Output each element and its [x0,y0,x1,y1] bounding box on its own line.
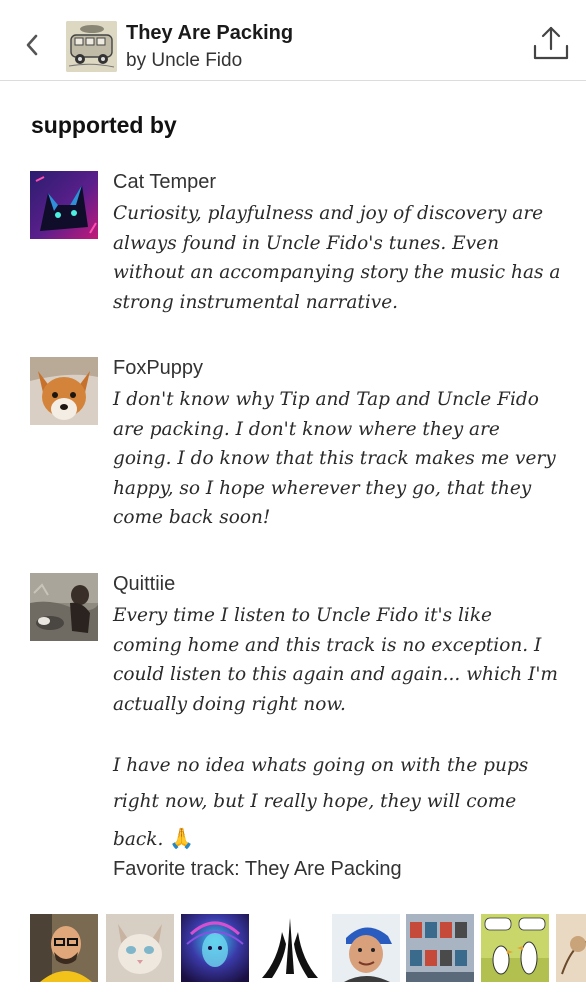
supporter-avatar-thumb[interactable] [481,914,549,982]
chevron-left-icon [26,34,38,56]
fox-avatar-icon [30,357,98,425]
artist-name[interactable]: by Uncle Fido [126,50,242,72]
supporter-avatar[interactable] [30,171,98,239]
dog-photo-avatar-icon [30,573,98,641]
psychedelic-face-avatar-icon [181,914,249,982]
quote-text-part2: I have no idea whats going on with the p… [113,748,563,858]
album-art-illustration [66,21,117,72]
quote-text: Curiosity, playfulness and joy of discov… [113,203,561,313]
sketch-avatar-icon [556,914,586,982]
quote-text: I don't know why Tip and Tap and Uncle F… [113,389,556,528]
robots-avatar-icon [406,914,474,982]
birds-comic-avatar-icon [481,914,549,982]
supporter-entry: Cat Temper Curiosity, playfulness and jo… [30,171,570,321]
album-title[interactable]: They Are Packing [126,22,293,45]
cat-photo-avatar-icon [106,914,174,982]
supporter-quote: Every time I listen to Uncle Fido it's l… [113,601,563,858]
supporter-avatar-thumb[interactable] [181,914,249,982]
cat-avatar-icon [30,171,98,239]
favorite-track-link[interactable]: They Are Packing [245,858,402,880]
back-button[interactable] [20,30,46,60]
folded-hands-icon: 🙏 [169,826,195,850]
supporter-avatar[interactable] [30,357,98,425]
more-supporters-row [30,914,586,984]
supporter-quote: I don't know why Tip and Tap and Uncle F… [113,385,563,533]
supporter-name[interactable]: FoxPuppy [113,357,203,380]
supporter-avatar-thumb[interactable] [332,914,400,982]
supporter-quote: Curiosity, playfulness and joy of discov… [113,199,563,317]
supporter-avatar-thumb[interactable] [106,914,174,982]
supporter-avatar-thumb[interactable] [556,914,586,982]
supporter-avatar[interactable] [30,573,98,641]
man-cap-avatar-icon [332,914,400,982]
supporter-avatar-thumb[interactable] [30,914,98,982]
share-icon [533,26,569,60]
spires-logo-avatar-icon [256,914,324,982]
favorite-track-label: Favorite track: [113,858,240,880]
quote-text-part1: Every time I listen to Uncle Fido it's l… [113,605,558,715]
supporter-name[interactable]: Quittiie [113,573,175,596]
supporter-name[interactable]: Cat Temper [113,171,216,194]
supporter-entry: FoxPuppy I don't know why Tip and Tap an… [30,357,570,537]
supporter-entry: Quittiie Every time I listen to Uncle Fi… [30,573,570,893]
supporter-avatar-thumb[interactable] [406,914,474,982]
album-art[interactable] [66,21,117,72]
man-glasses-avatar-icon [30,914,98,982]
favorite-track: Favorite track: They Are Packing [113,858,402,881]
share-button[interactable] [532,24,570,64]
header-bar: They Are Packing by Uncle Fido [0,0,586,81]
supporter-avatar-thumb[interactable] [256,914,324,982]
section-title: supported by [31,112,177,138]
